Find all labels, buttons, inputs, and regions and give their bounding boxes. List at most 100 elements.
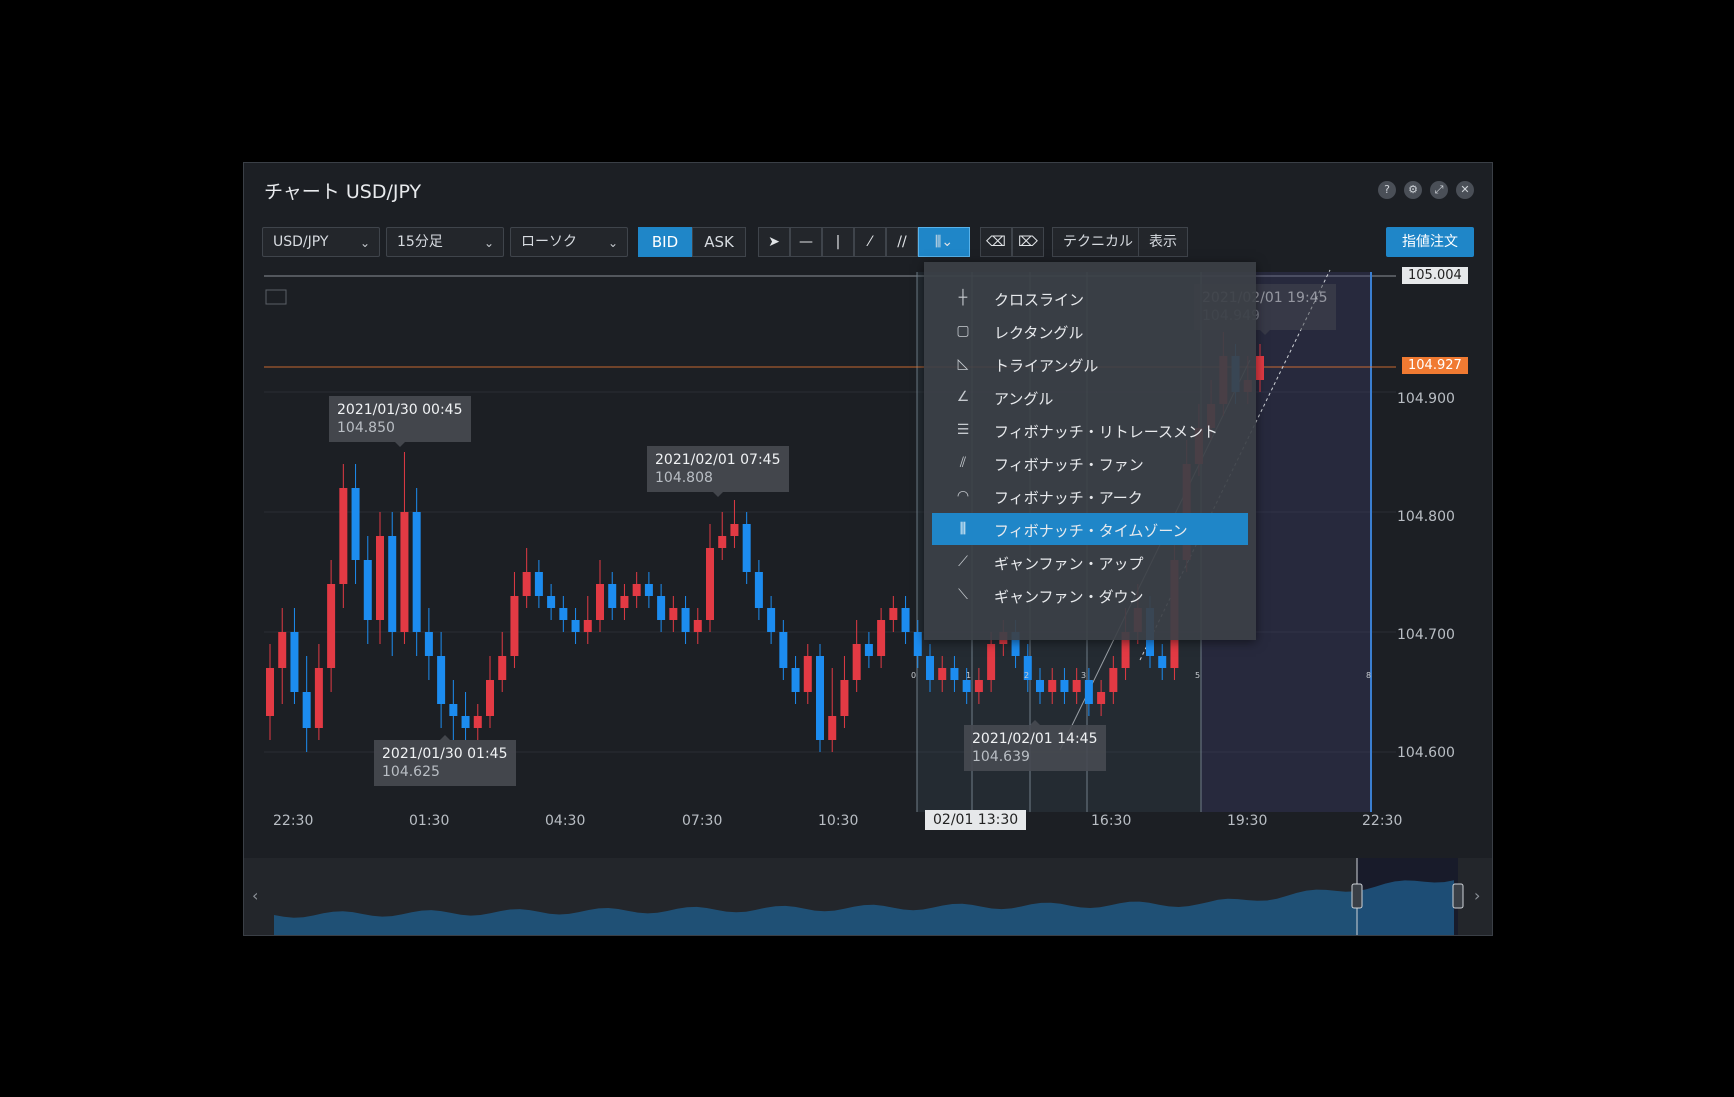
menu-item-label: トライアングル (994, 357, 1099, 375)
menu-item-rectangle[interactable]: ▢ レクタングル (932, 315, 1248, 347)
candle (1048, 680, 1057, 692)
tooltip-value: 104.808 (655, 470, 713, 486)
candle (449, 704, 458, 716)
menu-item-label: フィボナッチ・タイムゾーン (994, 522, 1188, 540)
candle (400, 512, 409, 632)
candle (571, 620, 580, 632)
candle (437, 656, 446, 704)
price-tag-current: 104.927 (1402, 357, 1468, 374)
candle (266, 668, 274, 716)
tooltip-high-1: 2021/01/30 00:45 104.850 (329, 396, 471, 447)
menu-item-fibonacci-fan[interactable]: ⫽ フィボナッチ・ファン (932, 447, 1248, 479)
candle (657, 596, 666, 620)
candle (461, 716, 470, 728)
candle (424, 632, 433, 656)
candle (620, 596, 629, 608)
candle (742, 524, 751, 572)
candle (498, 656, 507, 680)
time-axis-label: 22:30 (1362, 813, 1403, 829)
fibonacci-timezone-icon: ⫼ (959, 521, 967, 537)
time-axis-label: 10:30 (818, 813, 859, 829)
menu-item-label: フィボナッチ・リトレースメント (994, 423, 1218, 441)
menu-item-gann-fan-down[interactable]: ⟍ ギャンファン・ダウン (932, 579, 1248, 611)
candle (1060, 680, 1069, 692)
candle (1109, 668, 1118, 692)
candle (767, 608, 776, 632)
candle (816, 656, 824, 740)
candle (669, 608, 678, 620)
candle (791, 668, 800, 692)
candle (828, 716, 837, 740)
time-axis-label: 19:30 (1227, 813, 1268, 829)
tooltip-time: 2021/02/01 14:45 (972, 731, 1098, 747)
menu-item-triangle[interactable]: ◺ トライアングル (932, 348, 1248, 380)
candle (473, 716, 482, 728)
candle (290, 632, 299, 692)
fib-zone-number: 5 (1195, 671, 1200, 680)
menu-item-label: ギャンファン・ダウン (994, 588, 1144, 606)
candle (534, 572, 543, 596)
price-axis-label: 104.700 (1397, 627, 1455, 643)
candle (1256, 356, 1264, 380)
price-axis-label: 104.600 (1397, 745, 1455, 761)
candle (327, 584, 336, 668)
drawing-tools-menu: ┼ クロスライン ▢ レクタングル ◺ トライアングル ∠ アングル ☰ フィボ… (924, 262, 1256, 640)
chevron-left-icon[interactable]: ‹ (252, 886, 258, 905)
candle (376, 536, 384, 620)
candle (1072, 680, 1081, 692)
candle (803, 656, 812, 692)
menu-item-fibonacci-timezone[interactable]: ⫼ フィボナッチ・タイムゾーン (932, 513, 1248, 545)
candle (877, 620, 886, 656)
time-axis-label: 16:30 (1091, 813, 1132, 829)
tooltip-value: 104.639 (972, 749, 1030, 765)
price-axis-label: 104.800 (1397, 509, 1455, 525)
time-axis-label: 07:30 (682, 813, 723, 829)
fib-zone-number: 2 (1024, 671, 1029, 680)
candle (351, 488, 360, 560)
candle (486, 680, 494, 716)
menu-item-label: フィボナッチ・アーク (994, 489, 1143, 507)
candle (559, 608, 568, 620)
navigator-handle (1452, 883, 1464, 909)
candle (644, 584, 653, 596)
menu-item-label: ギャンファン・アップ (994, 555, 1144, 573)
candle (718, 536, 727, 548)
candle (706, 548, 714, 620)
candle (840, 680, 849, 716)
candle (926, 656, 934, 680)
candle (754, 572, 763, 608)
time-axis-label: 04:30 (545, 813, 586, 829)
candle (302, 692, 311, 728)
time-axis-label: 01:30 (409, 813, 450, 829)
gann-fan-up-icon: ⟋ (958, 554, 968, 570)
menu-item-gann-fan-up[interactable]: ⟋ ギャンファン・アップ (932, 546, 1248, 578)
candle (583, 620, 592, 632)
candle (730, 524, 739, 536)
candle (632, 584, 641, 596)
price-chart[interactable]: 0 1 2 3 5 8 (0, 0, 1734, 1097)
tooltip-value: 104.625 (382, 764, 440, 780)
candle (950, 668, 959, 680)
tooltip-low-2: 2021/02/01 14:45 104.639 (964, 720, 1106, 771)
candle (412, 512, 421, 632)
tooltip-low-1: 2021/01/30 01:45 104.625 (374, 735, 516, 786)
time-axis-label: 22:30 (273, 813, 314, 829)
candle (510, 596, 519, 656)
candle (314, 668, 323, 728)
candle (1036, 680, 1044, 692)
menu-item-angle[interactable]: ∠ アングル (932, 381, 1248, 413)
chevron-right-icon[interactable]: › (1474, 886, 1480, 905)
fib-zone-number: 1 (966, 671, 971, 680)
menu-item-cross-line[interactable]: ┼ クロスライン (932, 282, 1248, 314)
menu-item-fibonacci-retracement[interactable]: ☰ フィボナッチ・リトレースメント (932, 414, 1248, 446)
menu-item-label: クロスライン (994, 291, 1085, 309)
menu-item-fibonacci-arc[interactable]: ◠ フィボナッチ・アーク (932, 480, 1248, 512)
angle-icon: ∠ (956, 389, 970, 405)
fibonacci-arc-icon: ◠ (956, 488, 970, 504)
navigator-handle (1351, 883, 1363, 909)
fibonacci-fan-icon: ⫽ (959, 455, 967, 471)
candle (278, 632, 287, 668)
tooltip-time: 2021/01/30 01:45 (382, 746, 508, 762)
candle (962, 680, 971, 692)
candle (522, 572, 531, 596)
